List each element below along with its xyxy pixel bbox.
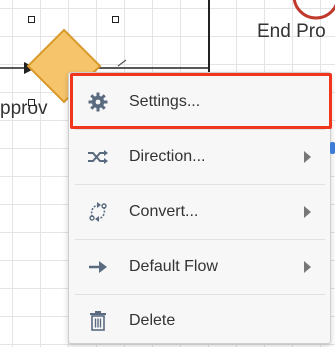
- selection-handle-bottom-left[interactable]: [28, 99, 35, 106]
- convert-icon: [85, 186, 111, 238]
- submenu-arrow-icon: [304, 206, 311, 218]
- selection-handle-top-right[interactable]: [112, 16, 119, 23]
- trash-icon: [85, 295, 111, 347]
- menu-item-direction[interactable]: Direction...: [75, 131, 325, 183]
- vertical-flow-line: [208, 0, 210, 82]
- menu-item-convert-label: Convert...: [129, 203, 199, 220]
- submenu-arrow-icon: [304, 261, 311, 273]
- task-label: pprov: [0, 98, 48, 119]
- menu-item-delete-label: Delete: [129, 312, 176, 329]
- submenu-arrow-icon: [304, 151, 311, 163]
- menu-item-direction-label: Direction...: [129, 148, 206, 165]
- shuffle-icon: [85, 131, 111, 183]
- menu-item-default-flow[interactable]: Default Flow: [75, 241, 325, 293]
- menu-divider: [75, 129, 325, 130]
- menu-divider: [75, 184, 325, 185]
- rotate-handle: [117, 59, 127, 67]
- end-event-label: End Pro: [257, 21, 326, 42]
- menu-item-convert[interactable]: Convert...: [75, 186, 325, 238]
- menu-divider: [75, 239, 325, 240]
- menu-item-delete[interactable]: Delete: [75, 295, 325, 347]
- arrow-right-icon: [85, 241, 111, 293]
- end-event-shape: [292, 0, 335, 20]
- settings-highlight-box: [70, 73, 332, 129]
- selection-handle-top-left[interactable]: [28, 16, 35, 23]
- menu-item-default-flow-label: Default Flow: [129, 258, 218, 275]
- partial-blue-shape: [330, 142, 335, 154]
